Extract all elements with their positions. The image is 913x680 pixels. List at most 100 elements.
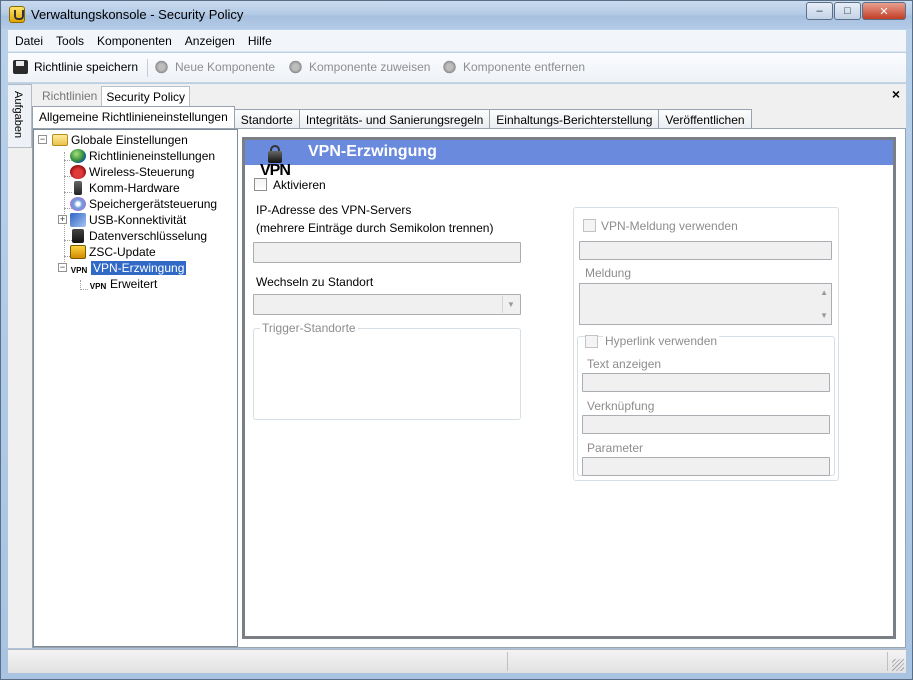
remove-component-label: Komponente entfernen (463, 60, 586, 74)
menu-tools[interactable]: Tools (49, 30, 90, 48)
scroll-down-icon[interactable]: ▼ (820, 311, 828, 320)
menu-anzeigen[interactable]: Anzeigen (178, 30, 241, 48)
scroll-up-icon[interactable]: ▲ (820, 288, 828, 297)
tree-item-label: Speichergerätsteuerung (89, 197, 218, 211)
menu-bar: Datei Tools Komponenten Anzeigen Hilfe (8, 30, 906, 52)
use-hyperlink-checkbox[interactable] (585, 335, 598, 348)
tab-general-settings[interactable]: Allgemeine Richtlinieneinstellungen (32, 106, 235, 130)
tree-expand-toggle[interactable]: + (58, 215, 67, 224)
toolbar: Richtlinie speichern Neue Komponente Kom… (8, 53, 906, 83)
link-label: Verknüpfung (587, 399, 655, 413)
tree-guide (80, 289, 88, 290)
tree-item-global-settings[interactable]: Globale Einstellungen (52, 132, 188, 148)
tab-integrity-rules[interactable]: Integritäts- und Sanierungsregeln (299, 109, 491, 130)
breadcrumb-security-policy[interactable]: Security Policy (101, 86, 191, 106)
tree-item-zsc-update[interactable]: ZSC-Update (70, 244, 156, 260)
menu-komponenten[interactable]: Komponenten (90, 30, 178, 48)
breadcrumb: Richtlinien Security Policy (38, 86, 191, 106)
tab-locations[interactable]: Standorte (234, 109, 300, 130)
menu-datei[interactable]: Datei (8, 30, 49, 48)
breadcrumb-policies[interactable]: Richtlinien (38, 86, 101, 106)
trigger-locations-legend: Trigger-Standorte (260, 321, 358, 335)
tree-item-comm-hardware[interactable]: Komm-Hardware (70, 180, 180, 196)
switch-location-select[interactable]: ▼ (253, 294, 521, 315)
link-input[interactable] (582, 415, 830, 434)
tree-guide (64, 152, 65, 266)
tab-content: − Globale Einstellungen Richtlinieneinst… (32, 128, 906, 648)
vpn-icon: VPN (89, 282, 107, 291)
use-vpn-message-label: VPN-Meldung verwenden (601, 219, 738, 233)
message-label: Meldung (585, 266, 632, 280)
activate-checkbox[interactable] (254, 178, 267, 191)
tasks-side-tab[interactable]: Aufgaben (8, 84, 32, 148)
tree-item-label: Richtlinieneinstellungen (89, 149, 216, 163)
wireless-icon (70, 165, 86, 179)
lock-icon (72, 229, 84, 243)
remove-component-button[interactable]: Komponente entfernen (442, 60, 585, 74)
ip-label: IP-Adresse des VPN-Servers (256, 203, 412, 217)
tree-item-label: Globale Einstellungen (71, 133, 188, 147)
globe-icon (70, 149, 86, 163)
tasks-side-tab-label: Aufgaben (12, 91, 24, 139)
resize-grip-icon[interactable] (892, 659, 904, 671)
tree-collapse-toggle[interactable]: − (58, 263, 67, 272)
settings-tree[interactable]: − Globale Einstellungen Richtlinieneinst… (33, 129, 238, 647)
maximize-button[interactable]: □ (834, 2, 861, 20)
tab-publish[interactable]: Veröffentlichen (659, 109, 752, 130)
new-component-label: Neue Komponente (175, 60, 276, 74)
assign-component-label: Komponente zuweisen (309, 60, 431, 74)
disc-icon (70, 197, 86, 211)
chevron-down-icon[interactable]: ▼ (502, 296, 519, 313)
display-text-input[interactable] (582, 373, 830, 392)
tree-item-advanced[interactable]: VPN Erweitert (89, 276, 158, 292)
tree-item-label: VPN-Erzwingung (91, 261, 187, 275)
main-content: Aufgaben Richtlinien Security Policy × A… (8, 84, 906, 648)
menu-hilfe[interactable]: Hilfe (241, 30, 278, 48)
parameter-label: Parameter (587, 441, 644, 455)
tree-item-vpn-enforcement[interactable]: VPN VPN-Erzwingung (70, 260, 187, 276)
tree-item-label: USB-Konnektivität (89, 213, 187, 227)
close-button[interactable]: ✕ (862, 2, 906, 20)
tree-item-policy-settings[interactable]: Richtlinieneinstellungen (70, 148, 215, 164)
folder-icon (52, 134, 68, 146)
tab-compliance-reporting[interactable]: Einhaltungs-Berichterstellung (490, 109, 660, 130)
message-textarea[interactable]: ▲ ▼ (579, 283, 832, 325)
save-policy-button[interactable]: Richtlinie speichern (13, 60, 138, 74)
assign-component-button[interactable]: Komponente zuweisen (288, 60, 430, 74)
gears-icon (288, 60, 303, 74)
tree-item-data-encryption[interactable]: Datenverschlüsselung (70, 228, 207, 244)
vpn-message-input[interactable] (579, 241, 832, 260)
app-icon (9, 6, 25, 23)
activate-label: Aktivieren (273, 178, 326, 192)
tree-item-label: Datenverschlüsselung (89, 229, 208, 243)
display-text-label: Text anzeigen (587, 357, 662, 371)
trigger-locations-group: Trigger-Standorte (253, 321, 521, 420)
panel-title: VPN-Erzwingung (308, 143, 437, 160)
vpn-enforcement-panel: VPN-Erzwingung VPN Aktivieren IP-Adresse… (242, 137, 896, 639)
use-hyperlink-label: Hyperlink verwenden (603, 334, 720, 348)
vpn-icon: VPN (70, 266, 88, 275)
tree-item-label: Wireless-Steuerung (89, 165, 195, 179)
close-pane-icon[interactable]: × (892, 86, 900, 102)
tree-item-label: Komm-Hardware (89, 181, 180, 195)
parameter-input[interactable] (582, 457, 830, 476)
floppy-disk-icon (13, 60, 28, 74)
minimize-button[interactable]: – (806, 2, 833, 20)
switch-location-label: Wechseln zu Standort (256, 275, 374, 289)
window-controls: – □ ✕ (805, 2, 906, 20)
tree-item-label: ZSC-Update (89, 245, 156, 259)
tree-item-storage-control[interactable]: Speichergerätsteuerung (70, 196, 217, 212)
tree-collapse-toggle[interactable]: − (38, 135, 47, 144)
tree-item-label: Erweitert (110, 277, 158, 291)
title-bar[interactable]: Verwaltungskonsole - Security Policy – □… (1, 1, 912, 29)
save-policy-label: Richtlinie speichern (34, 60, 139, 74)
vpn-server-ip-input[interactable] (253, 242, 521, 263)
panel-header: VPN-Erzwingung (245, 140, 893, 165)
app-window: Verwaltungskonsole - Security Policy – □… (0, 0, 913, 680)
status-bar (8, 649, 906, 673)
tree-item-wireless-control[interactable]: Wireless-Steuerung (70, 164, 194, 180)
use-vpn-message-checkbox[interactable] (583, 219, 596, 232)
new-component-button[interactable]: Neue Komponente (154, 60, 275, 74)
status-pane-secondary (508, 652, 888, 671)
tree-item-usb-connectivity[interactable]: USB-Konnektivität (70, 212, 186, 228)
